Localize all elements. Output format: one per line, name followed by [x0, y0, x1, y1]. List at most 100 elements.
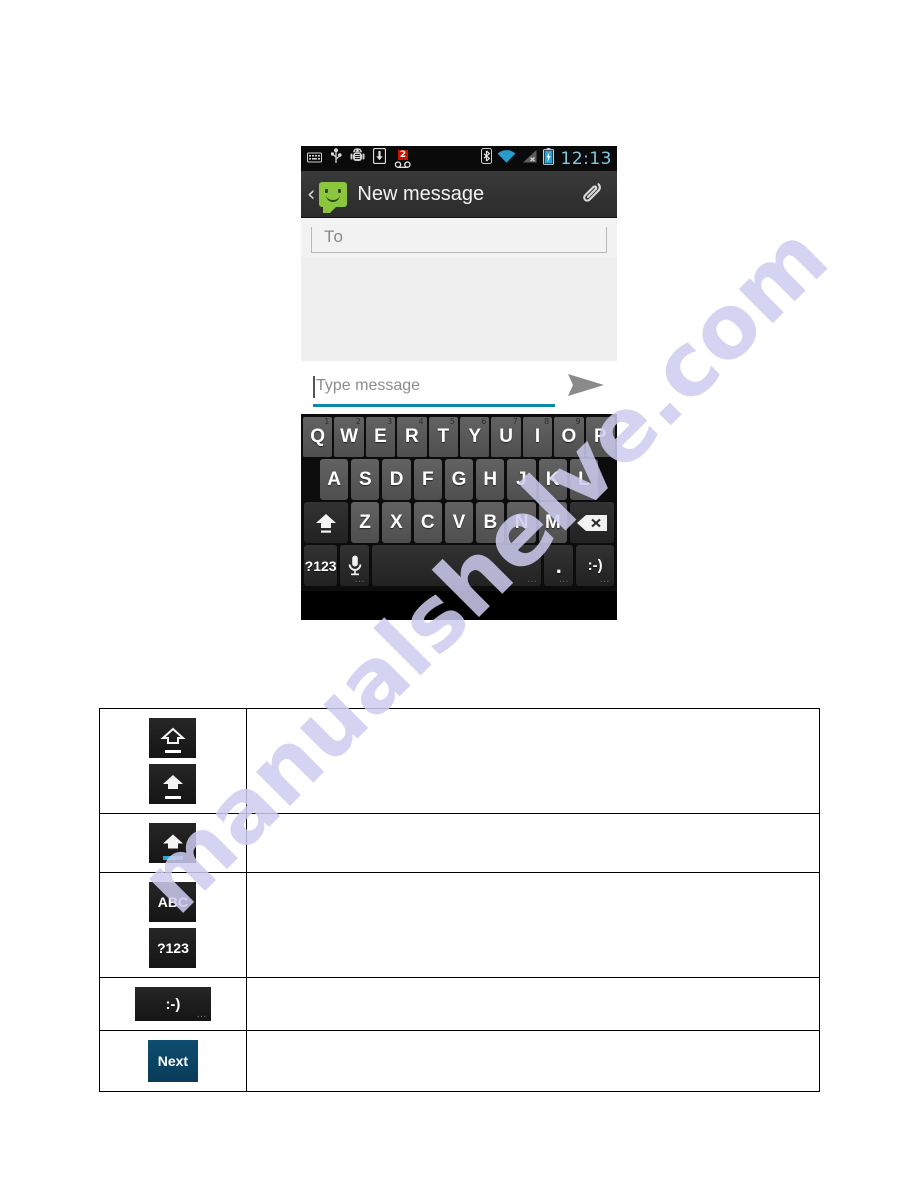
- table-row: :-) ...: [99, 977, 821, 1031]
- key-b[interactable]: B: [476, 502, 505, 543]
- key-w-number: 2: [355, 417, 361, 426]
- key-f-label: F: [421, 468, 434, 490]
- voicemail-icon: 2: [394, 149, 412, 168]
- cell-signal-off-icon: [521, 149, 538, 169]
- symbols-key-label: ?123: [304, 557, 337, 574]
- key-u[interactable]: 7U: [491, 417, 521, 457]
- key-n[interactable]: N: [507, 502, 536, 543]
- table-cell-description: [245, 813, 821, 873]
- row-description: [247, 837, 819, 849]
- key-k[interactable]: K: [538, 459, 567, 500]
- key-t-number: 5: [449, 417, 455, 426]
- key-q-number: 1: [324, 417, 330, 426]
- key-h[interactable]: H: [476, 459, 505, 500]
- key-m[interactable]: M: [538, 502, 568, 543]
- keyboard-icon: [307, 150, 322, 168]
- key-e[interactable]: 3E: [365, 417, 396, 457]
- table-row: [99, 708, 821, 814]
- key-z[interactable]: Z: [350, 502, 380, 543]
- key-i-number: 8: [544, 417, 550, 426]
- key-o[interactable]: 9O: [554, 417, 584, 457]
- symbols-key[interactable]: ?123: [304, 545, 338, 586]
- table-cell-icons: :-) ...: [99, 977, 247, 1031]
- smiley-key-label: :-): [587, 557, 603, 574]
- key-e-label: E: [374, 426, 387, 447]
- back-chevron-icon[interactable]: ‹: [307, 183, 315, 205]
- table-cell-icons: Next: [99, 1030, 247, 1092]
- key-i[interactable]: 8I: [522, 417, 553, 457]
- key-b-label: B: [483, 511, 498, 533]
- recipient-strip: To: [301, 218, 617, 257]
- key-q-label: Q: [310, 426, 326, 447]
- paperclip-icon[interactable]: [577, 177, 607, 212]
- table-cell-description: [245, 1030, 821, 1092]
- key-d-label: D: [389, 468, 404, 490]
- shift-key[interactable]: [304, 502, 348, 543]
- key-i-label: I: [534, 426, 541, 447]
- key-s-label: S: [359, 468, 372, 490]
- table-row: [99, 813, 821, 873]
- key-a-label: A: [327, 468, 341, 490]
- phone-screenshot: 2 12:13 ‹ New message To Type message 1 …: [301, 146, 617, 620]
- key-d[interactable]: D: [382, 459, 411, 500]
- key-c[interactable]: C: [413, 502, 442, 543]
- key-t-label: T: [437, 426, 450, 447]
- key-a[interactable]: A: [320, 459, 349, 500]
- key-s[interactable]: S: [351, 459, 380, 500]
- key-t[interactable]: 5T: [428, 417, 458, 457]
- table-cell-description: [245, 708, 821, 814]
- usb-icon: [330, 148, 342, 169]
- recipient-input[interactable]: To: [311, 227, 607, 253]
- on-screen-keyboard: 1Q 2W 3E 4R 5T 6Y 7U 8I 9O 0P A S D F G …: [301, 414, 617, 591]
- space-key-dots: ...: [527, 577, 538, 584]
- period-key-label: .: [555, 552, 562, 578]
- android-status-bar: 2 12:13: [301, 146, 617, 171]
- key-q[interactable]: 1Q: [302, 417, 333, 457]
- table-cell-icons: ABC ?123: [99, 872, 247, 978]
- key-l-label: L: [578, 468, 590, 490]
- bluetooth-icon: [480, 148, 492, 169]
- symbols-key: ?123: [149, 928, 197, 968]
- row-description: [247, 919, 819, 931]
- period-key[interactable]: . ...: [544, 545, 574, 586]
- message-input[interactable]: Type message: [313, 369, 555, 407]
- key-l[interactable]: L: [569, 459, 598, 500]
- key-r-label: R: [405, 426, 419, 447]
- key-z-label: Z: [359, 511, 371, 533]
- key-x[interactable]: X: [382, 502, 411, 543]
- page-title: New message: [357, 182, 485, 205]
- key-p-label: P: [593, 426, 607, 447]
- space-key[interactable]: ...: [372, 545, 542, 586]
- table-cell-description: [245, 872, 821, 978]
- voicemail-badge-count: 2: [397, 149, 409, 160]
- key-y-label: Y: [468, 426, 482, 447]
- key-w-label: W: [340, 426, 359, 447]
- key-p[interactable]: 0P: [585, 417, 616, 457]
- key-v-label: V: [452, 511, 466, 533]
- key-y[interactable]: 6Y: [460, 417, 490, 457]
- key-u-number: 7: [512, 417, 518, 426]
- key-v[interactable]: V: [444, 502, 474, 543]
- key-r[interactable]: 4R: [397, 417, 427, 457]
- send-button[interactable]: [561, 372, 611, 403]
- key-g[interactable]: G: [444, 459, 474, 500]
- backspace-key[interactable]: [570, 502, 614, 543]
- wifi-icon: [497, 149, 516, 169]
- key-n-label: N: [514, 511, 529, 533]
- microphone-key[interactable]: ...: [340, 545, 370, 586]
- key-m-label: M: [545, 511, 561, 533]
- key-j-label: J: [516, 468, 527, 490]
- key-f[interactable]: F: [413, 459, 442, 500]
- key-w[interactable]: 2W: [334, 417, 364, 457]
- key-j[interactable]: J: [507, 459, 536, 500]
- smiley-key[interactable]: :-) ...: [576, 545, 614, 586]
- shift-outline-key: [149, 718, 197, 758]
- keyboard-row-4: ?123 ... ... . ... :-) ...: [302, 544, 616, 587]
- key-r-number: 4: [418, 417, 424, 426]
- key-o-label: O: [561, 426, 577, 447]
- key-k-label: K: [545, 468, 560, 490]
- abc-key: ABC: [149, 882, 197, 922]
- table-row: ABC ?123: [99, 872, 821, 978]
- keyboard-row-2: A S D F G H J K L: [302, 458, 616, 501]
- messaging-app-icon: [319, 181, 348, 213]
